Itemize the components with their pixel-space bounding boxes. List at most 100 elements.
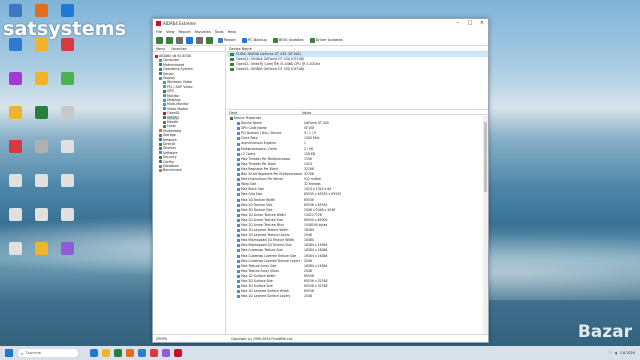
tree-item[interactable]: Storage	[159, 133, 176, 137]
chart-icon[interactable]	[206, 36, 213, 44]
desktop-icon[interactable]	[4, 174, 26, 188]
desktop-icon[interactable]	[56, 72, 78, 86]
tree-item[interactable]: Fonts	[163, 124, 176, 128]
app-icon	[34, 140, 48, 153]
taskbar-app-icon[interactable]	[114, 349, 122, 357]
property-icon	[237, 137, 240, 141]
tree-item[interactable]: Security	[159, 155, 177, 159]
menu-item[interactable]: View	[166, 30, 175, 34]
device-row[interactable]: OpenCL: NVIDIA GeForce GT 430 (GF108)	[227, 67, 488, 72]
tree-item[interactable]: AIDA64 v6.92.6700	[155, 54, 191, 58]
tree-item[interactable]: PCI / AGP Video	[163, 85, 193, 89]
refresh-icon[interactable]	[186, 36, 193, 44]
tree-item[interactable]: Server	[159, 72, 174, 76]
toolbar-button[interactable]: BIOS Updates	[271, 37, 306, 43]
gpu-device-icon	[230, 63, 234, 66]
tree-item[interactable]: Mantle	[163, 120, 178, 124]
desktop-icon[interactable]	[56, 38, 78, 52]
desktop-icon[interactable]	[56, 208, 78, 222]
desktop-icon[interactable]	[4, 242, 26, 256]
menu-item[interactable]: Tools	[215, 30, 224, 34]
tree-item[interactable]: OpenGL	[163, 111, 180, 115]
tree-item[interactable]: Multimedia	[159, 129, 181, 133]
desktop-icon[interactable]	[30, 72, 52, 86]
desktop-icon[interactable]	[30, 38, 52, 52]
taskbar-search[interactable]: ⌕ Търсене	[18, 349, 78, 357]
tree-item[interactable]: Desktop	[163, 98, 181, 102]
tree-item[interactable]: Video Modes	[163, 107, 188, 111]
forward-icon[interactable]	[166, 36, 173, 44]
menu-item[interactable]: Help	[228, 30, 236, 34]
desktop-icon[interactable]	[4, 208, 26, 222]
desktop-icon[interactable]	[56, 4, 78, 18]
device-name-header[interactable]: Device Name	[227, 46, 302, 51]
desktop-icon[interactable]	[56, 174, 78, 188]
close-icon[interactable]: ×	[476, 19, 488, 28]
desktop-icon[interactable]	[4, 140, 26, 154]
taskbar-app-icon[interactable]	[174, 349, 182, 357]
tree-item[interactable]: Windows Video	[163, 80, 192, 84]
tree-item[interactable]: Operating System	[159, 67, 193, 71]
tree-item[interactable]: Motherboard	[159, 63, 184, 67]
scroll-thumb[interactable]	[484, 122, 487, 192]
volume-icon[interactable]: ◖	[615, 351, 617, 355]
taskbar-app-icon[interactable]	[126, 349, 134, 357]
tree-item[interactable]: Display	[159, 76, 175, 80]
tree-item[interactable]: DirectX	[159, 142, 175, 146]
tree-item[interactable]: GPGPU	[163, 115, 179, 120]
tree-item[interactable]: Config	[159, 160, 174, 164]
tree-item[interactable]: Devices	[159, 146, 176, 150]
taskbar-app-icon[interactable]	[90, 349, 98, 357]
toolbar-button[interactable]: Report	[216, 37, 238, 43]
tree-item-label: Fonts	[167, 124, 176, 129]
desktop-icon[interactable]	[4, 106, 26, 120]
menu-item[interactable]: Report	[179, 30, 191, 34]
desktop-icon[interactable]	[30, 140, 52, 154]
toolbar-button[interactable]: Driver Updates	[308, 37, 345, 43]
search-icon: ⌕	[21, 350, 24, 356]
back-icon[interactable]	[156, 36, 163, 44]
desktop-icon[interactable]	[30, 174, 52, 188]
taskbar-app-icon[interactable]	[138, 349, 146, 357]
desktop-icon[interactable]	[56, 106, 78, 120]
tree-item[interactable]: GPU	[163, 89, 174, 93]
desktop-icon[interactable]	[30, 4, 52, 18]
tree-item-label: Database	[163, 164, 179, 168]
clock[interactable]: 1.8.2024	[620, 351, 635, 355]
desktop-icon[interactable]	[56, 242, 78, 256]
window-titlebar[interactable]: AIDA64 Extreme – □ ×	[153, 19, 488, 28]
tree-item[interactable]: Benchmark	[159, 168, 182, 172]
property-row[interactable]: Max 1D Layered Surface Layers 2048	[227, 294, 482, 299]
desktop-icon[interactable]	[30, 208, 52, 222]
tree-item[interactable]: Multi-Monitor	[163, 102, 189, 106]
tab-favorites[interactable]: Favorites	[168, 46, 189, 51]
taskbar-app-icon[interactable]	[102, 349, 110, 357]
tree-item[interactable]: Computer	[159, 58, 179, 62]
desktop-icon[interactable]	[30, 242, 52, 256]
desktop-icon[interactable]	[30, 106, 52, 120]
tab-menu[interactable]: Menu	[153, 46, 168, 51]
toolbar-button[interactable]: PC Backup	[240, 37, 269, 43]
taskbar-app-icon[interactable]	[162, 349, 170, 357]
desktop-icon[interactable]	[4, 4, 26, 18]
user-icon[interactable]	[196, 36, 203, 44]
start-button[interactable]	[5, 349, 13, 357]
tree-item[interactable]: Software	[159, 151, 178, 155]
field-column-header[interactable]: Field	[227, 110, 302, 115]
up-icon[interactable]	[176, 36, 183, 44]
menu-item[interactable]: Favorites	[194, 30, 210, 34]
desktop-icon[interactable]	[4, 72, 26, 86]
tree-item[interactable]: Network	[159, 138, 177, 142]
tree-item[interactable]: Monitor	[163, 94, 180, 98]
vertical-scrollbar[interactable]	[483, 116, 488, 334]
desktop-icon[interactable]	[4, 38, 26, 52]
value-column-header[interactable]: Value	[302, 110, 311, 115]
tree-item[interactable]: Database	[159, 164, 179, 168]
maximize-icon[interactable]: □	[464, 19, 476, 28]
taskbar-app-icon[interactable]	[150, 349, 158, 357]
minimize-icon[interactable]: –	[452, 19, 464, 28]
menu-item[interactable]: File	[156, 30, 162, 34]
property-icon	[237, 193, 240, 197]
wifi-icon[interactable]: ◠	[609, 351, 612, 355]
desktop-icon[interactable]	[56, 140, 78, 154]
